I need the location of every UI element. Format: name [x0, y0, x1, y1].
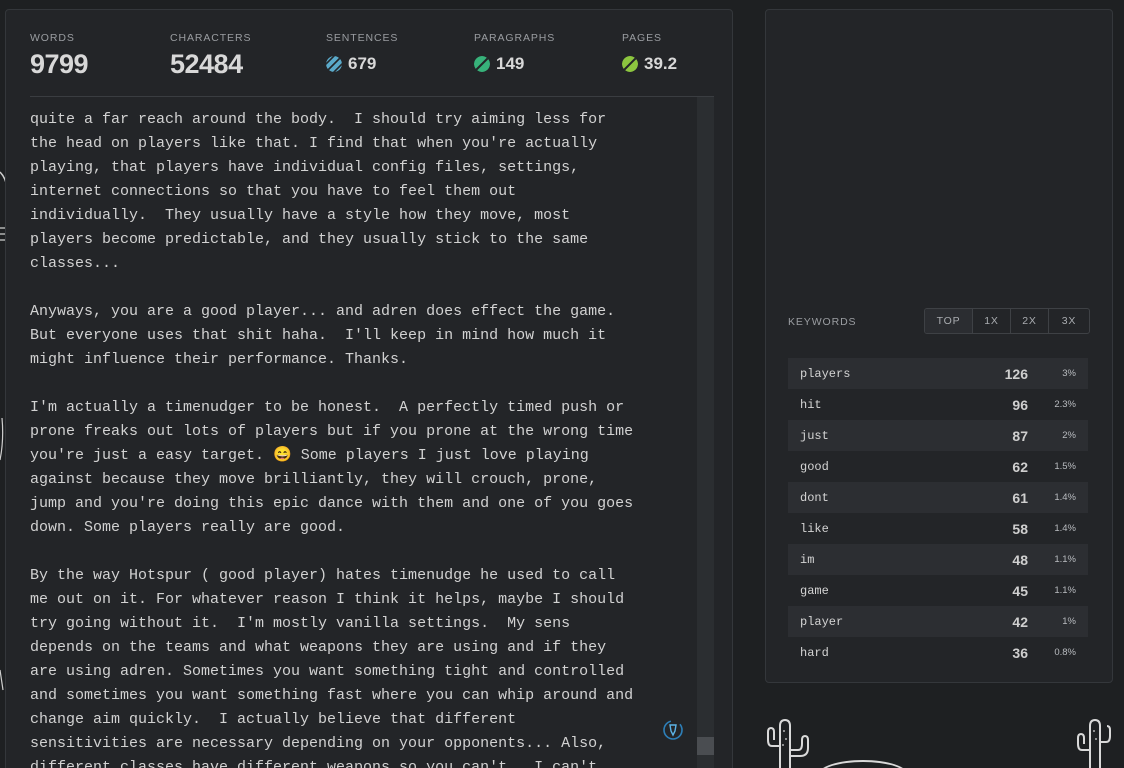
keyword-percent: 3% [1062, 368, 1076, 379]
stat-words-value: 9799 [30, 49, 89, 79]
keyword-count: 126 [1004, 365, 1028, 382]
keyword-percent: 1.1% [1054, 585, 1076, 596]
pages-dot-icon [622, 56, 638, 72]
stat-characters: CHARACTERS 52484 [170, 32, 251, 80]
stat-paragraphs: PARAGRAPHS 149 [474, 32, 555, 74]
keyword-percent: 1.1% [1054, 554, 1076, 565]
stat-sentences-label: SENTENCES [326, 32, 399, 44]
keyword-word: hard [800, 645, 829, 660]
stat-characters-value: 52484 [170, 49, 243, 79]
keyword-row[interactable]: just 87 2% [788, 420, 1088, 451]
grammar-assistant-icon[interactable] [662, 719, 684, 741]
keyword-word: hit [800, 397, 822, 412]
keywords-density-tabs: TOP 1X 2X 3X [924, 308, 1090, 334]
keyword-row[interactable]: im 48 1.1% [788, 544, 1088, 575]
stat-paragraphs-label: PARAGRAPHS [474, 32, 556, 44]
keyword-row[interactable]: good 62 1.5% [788, 451, 1088, 482]
keyword-count: 45 [1012, 582, 1028, 599]
stat-characters-label: CHARACTERS [170, 32, 252, 44]
keyword-row[interactable]: game 45 1.1% [788, 575, 1088, 606]
keyword-percent: 2.3% [1054, 399, 1076, 410]
editor-scrollbar[interactable] [697, 97, 714, 768]
stat-pages: PAGES 39.2 [622, 32, 677, 74]
keyword-word: player [800, 614, 844, 629]
keyword-count: 42 [1012, 613, 1028, 630]
keyword-count: 62 [1012, 458, 1028, 475]
sentences-dot-icon [326, 56, 342, 72]
keyword-row[interactable]: hit 96 2.3% [788, 389, 1088, 420]
tab-1x[interactable]: 1X [973, 309, 1011, 333]
keyword-percent: 1.4% [1054, 492, 1076, 503]
keyword-count: 96 [1012, 396, 1028, 413]
keyword-percent: 2% [1062, 430, 1076, 441]
stat-sentences-value: 679 [348, 54, 377, 73]
keyword-word: like [800, 521, 829, 536]
ground-curve [818, 760, 908, 768]
tab-3x[interactable]: 3X [1049, 309, 1089, 333]
stat-pages-value: 39.2 [644, 54, 678, 73]
keyword-count: 36 [1012, 644, 1028, 661]
keywords-label: KEYWORDS [788, 316, 857, 328]
keyword-percent: 1.4% [1054, 523, 1076, 534]
paragraphs-dot-icon [474, 56, 490, 72]
keyword-row[interactable]: players 126 3% [788, 358, 1088, 389]
editor-scroll-thumb[interactable] [697, 737, 714, 755]
keyword-row[interactable]: dont 61 1.4% [788, 482, 1088, 513]
stat-paragraphs-value: 149 [496, 54, 525, 73]
keyword-word: players [800, 366, 851, 381]
keyword-word: im [800, 552, 815, 567]
cactus-left-icon [767, 718, 809, 768]
keyword-row[interactable]: like 58 1.4% [788, 513, 1088, 544]
keyword-word: game [800, 583, 829, 598]
tab-top[interactable]: TOP [925, 309, 973, 333]
keyword-word: dont [800, 490, 829, 505]
keyword-count: 87 [1012, 427, 1028, 444]
keyword-count: 58 [1012, 520, 1028, 537]
tab-2x[interactable]: 2X [1011, 309, 1049, 333]
keyword-percent: 0.8% [1054, 647, 1076, 658]
keyword-row[interactable]: hard 36 0.8% [788, 637, 1088, 668]
stat-pages-label: PAGES [622, 32, 662, 44]
keyword-percent: 1% [1062, 616, 1076, 627]
keywords-panel: KEYWORDS TOP 1X 2X 3X players 126 3% hit 96 2… [765, 9, 1113, 683]
cactus-right-icon [1077, 718, 1111, 768]
text-editor[interactable]: quite a far reach around the body. I sho… [30, 96, 714, 768]
stat-words: WORDS 9799 [30, 32, 89, 80]
keywords-list: players 126 3% hit 96 2.3% just 87 2% good 62 1.5% d… [788, 358, 1088, 668]
keyword-count: 61 [1012, 489, 1028, 506]
stat-words-label: WORDS [30, 32, 75, 44]
keyword-percent: 1.5% [1054, 461, 1076, 472]
stat-sentences: SENTENCES 679 [326, 32, 398, 74]
keyword-word: good [800, 459, 829, 474]
editor-text[interactable]: quite a far reach around the body. I sho… [30, 108, 692, 768]
keyword-row[interactable]: player 42 1% [788, 606, 1088, 637]
editor-panel: WORDS 9799 CHARACTERS 52484 SENTENCES 67… [5, 9, 733, 768]
keyword-word: just [800, 428, 829, 443]
keyword-count: 48 [1012, 551, 1028, 568]
